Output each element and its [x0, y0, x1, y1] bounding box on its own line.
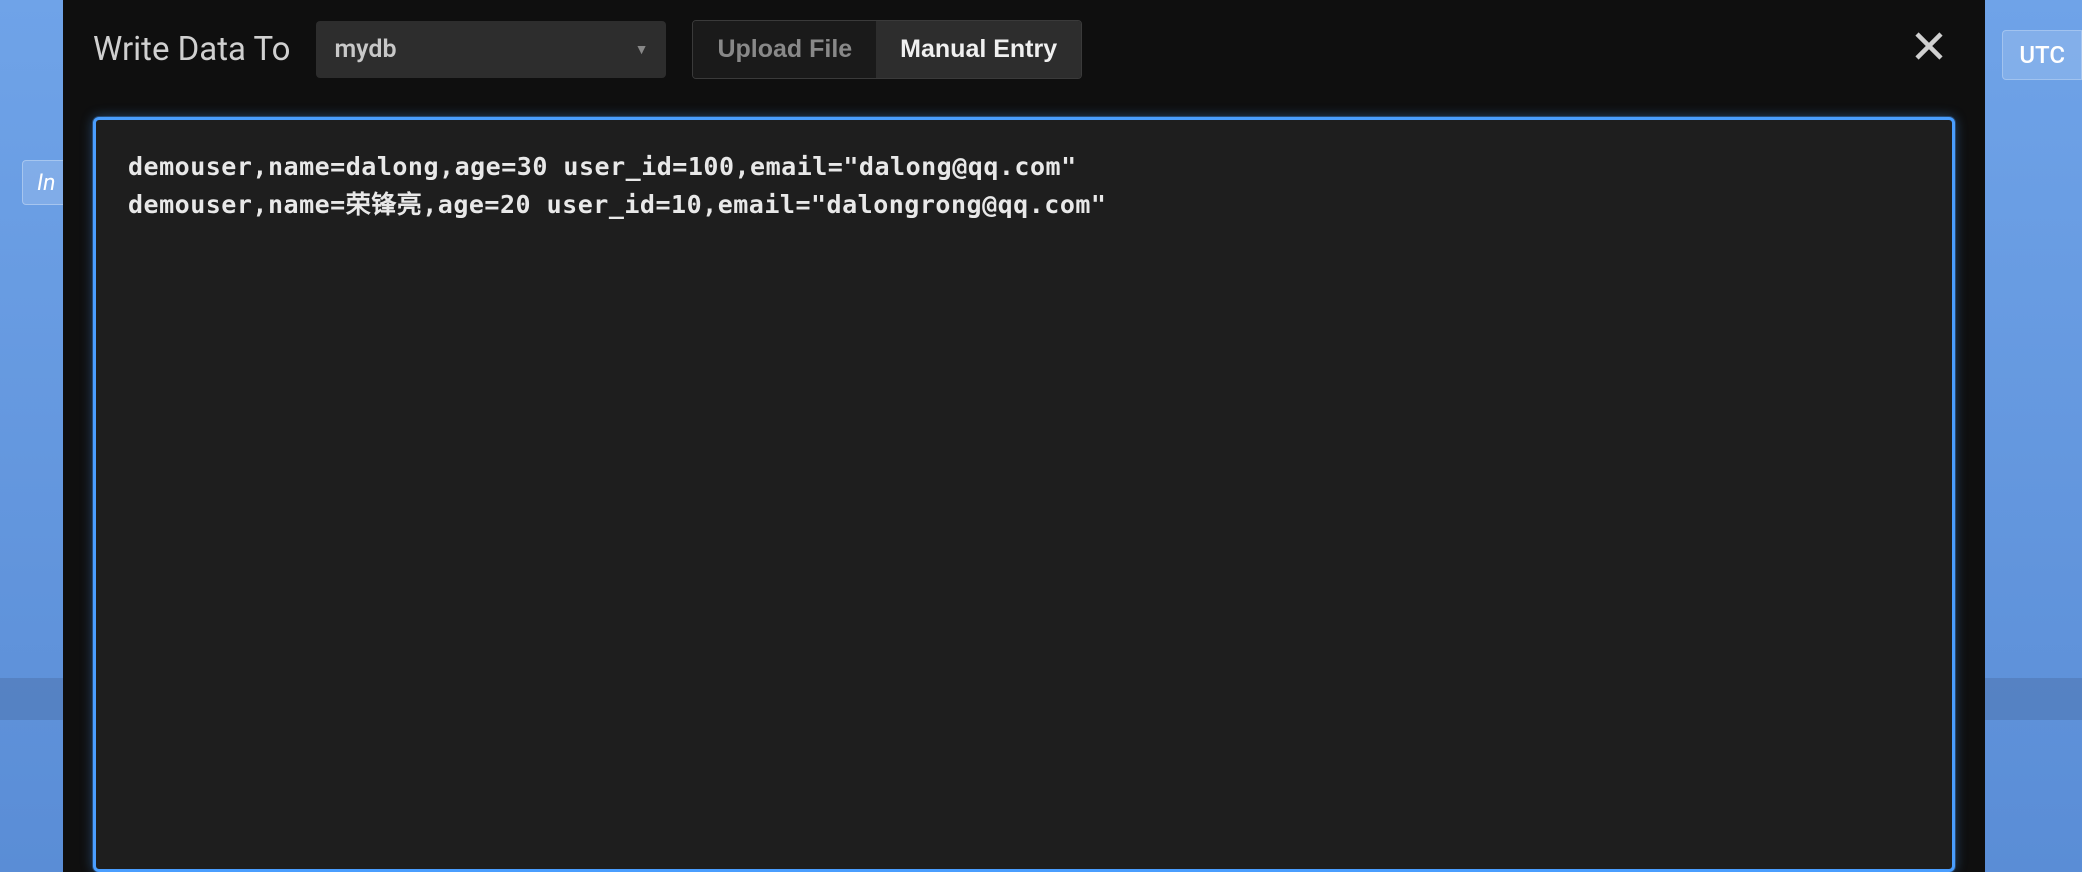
data-entry-wrapper [93, 117, 1955, 872]
close-button[interactable] [1911, 28, 1947, 71]
database-selector[interactable]: mydb ▼ [316, 21, 666, 78]
modal-body [63, 99, 1985, 872]
timezone-button[interactable]: UTC [2002, 30, 2082, 80]
line-protocol-input[interactable] [128, 148, 1920, 841]
write-data-modal: Write Data To mydb ▼ Upload File Manual … [63, 0, 1985, 872]
upload-file-tab[interactable]: Upload File [693, 21, 876, 78]
manual-entry-tab[interactable]: Manual Entry [876, 21, 1081, 78]
database-selected-value: mydb [334, 35, 396, 64]
modal-header: Write Data To mydb ▼ Upload File Manual … [63, 0, 1985, 99]
chevron-down-icon: ▼ [635, 41, 649, 58]
modal-title: Write Data To [93, 30, 290, 69]
close-icon [1911, 28, 1947, 64]
entry-mode-toggle: Upload File Manual Entry [692, 20, 1082, 79]
